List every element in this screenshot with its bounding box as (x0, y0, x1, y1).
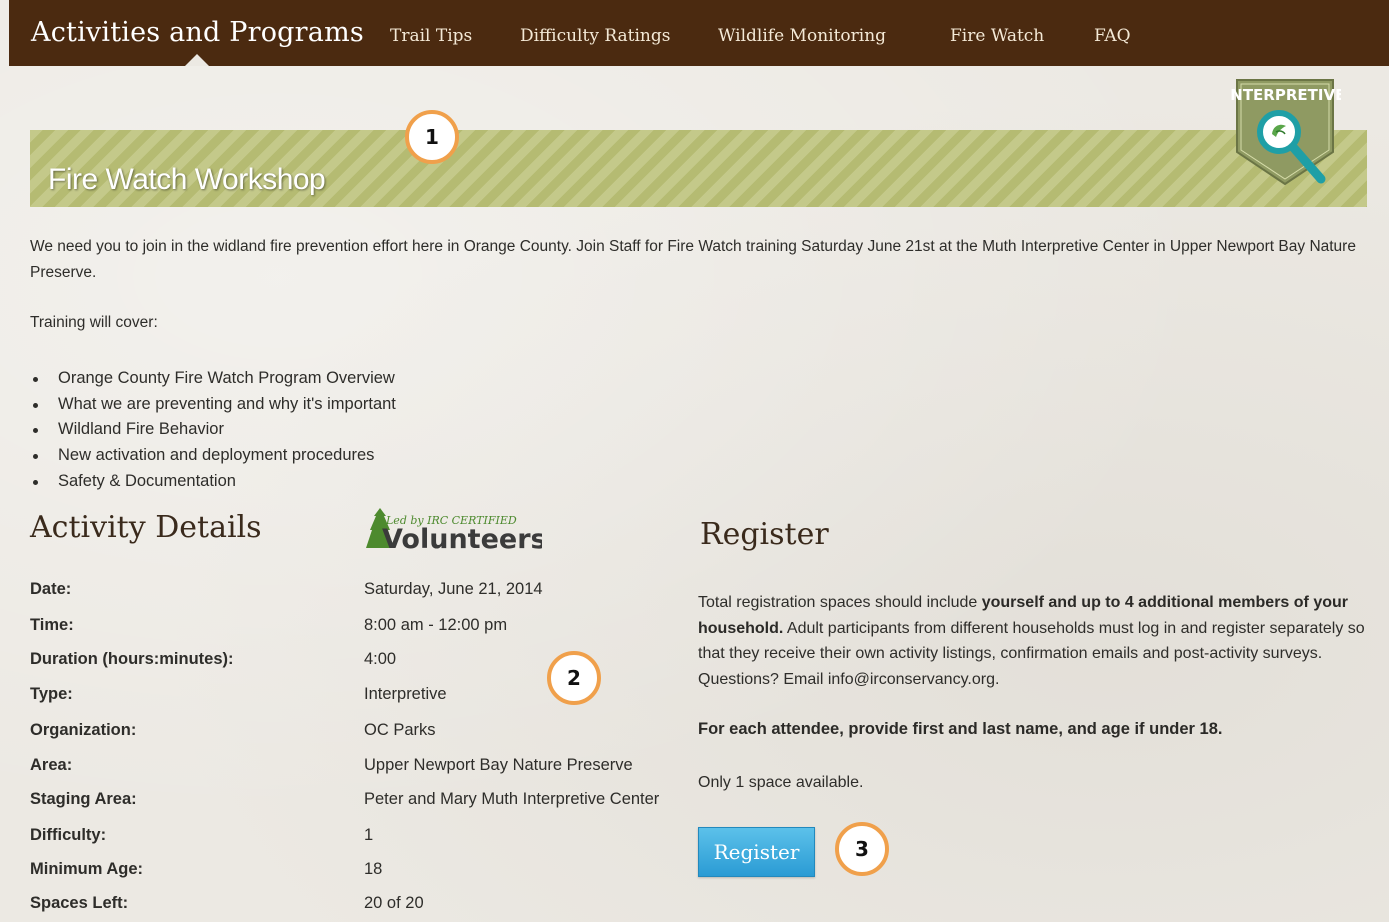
list-item: New activation and deployment procedures (30, 443, 396, 469)
logo-big-text: Volunteers (382, 524, 542, 554)
nav-title[interactable]: Activities and Programs (31, 17, 364, 48)
nav-link-fire-watch[interactable]: Fire Watch (950, 26, 1044, 46)
list-item: Orange County Fire Watch Program Overvie… (30, 366, 396, 392)
nav-link-faq[interactable]: FAQ (1094, 26, 1131, 46)
detail-label: Area: (30, 756, 73, 774)
register-text-post: Adult participants from different househ… (698, 619, 1365, 688)
detail-value: Saturday, June 21, 2014 (364, 580, 543, 598)
nav-link-difficulty-ratings[interactable]: Difficulty Ratings (520, 26, 670, 46)
table-row: Difficulty: 1 (30, 826, 710, 850)
register-button[interactable]: Register (698, 827, 815, 877)
detail-label: Spaces Left: (30, 894, 129, 912)
page-title: Fire Watch Workshop (48, 163, 326, 196)
table-row: Organization: OC Parks (30, 721, 710, 745)
training-list: Orange County Fire Watch Program Overvie… (30, 366, 396, 495)
table-row: Duration (hours:minutes): 4:00 (30, 650, 710, 674)
register-text-pre: Total registration spaces should include (698, 594, 982, 611)
table-row: Time: 8:00 am - 12:00 pm (30, 616, 710, 640)
register-description: Total registration spaces should include… (698, 590, 1368, 692)
register-heading: Register (700, 517, 829, 552)
table-row: Minimum Age: 18 (30, 860, 710, 884)
detail-label: Difficulty: (30, 826, 107, 844)
top-nav: Activities and Programs Trail Tips Diffi… (9, 0, 1389, 66)
callout-1: 1 (405, 110, 459, 164)
activity-details-heading: Activity Details (30, 510, 262, 545)
detail-label: Duration (hours:minutes): (30, 650, 234, 668)
training-label: Training will cover: (30, 314, 158, 331)
detail-value: 18 (364, 860, 383, 878)
detail-label: Minimum Age: (30, 860, 144, 878)
nav-link-trail-tips[interactable]: Trail Tips (390, 26, 472, 46)
availability-text: Only 1 space available. (698, 774, 864, 791)
detail-value: OC Parks (364, 721, 436, 739)
detail-label: Staging Area: (30, 790, 137, 808)
detail-value: 1 (364, 826, 374, 844)
title-banner: Fire Watch Workshop (30, 130, 1367, 207)
list-item: What we are preventing and why it's impo… (30, 392, 396, 418)
table-row: Area: Upper Newport Bay Nature Preserve (30, 756, 710, 780)
attendee-note: For each attendee, provide first and las… (698, 720, 1223, 738)
table-row: Type: Interpretive (30, 685, 710, 709)
list-item: Safety & Documentation (30, 469, 396, 495)
nav-active-indicator (185, 54, 209, 66)
table-row: Date: Saturday, June 21, 2014 (30, 580, 710, 604)
detail-label: Type: (30, 685, 73, 703)
table-row: Spaces Left: 20 of 20 (30, 894, 710, 918)
volunteers-logo: Led by IRC CERTIFIED Volunteers (366, 508, 542, 554)
list-item: Wildland Fire Behavior (30, 417, 396, 443)
detail-value: Upper Newport Bay Nature Preserve (364, 756, 633, 774)
detail-label: Time: (30, 616, 74, 634)
callout-3: 3 (835, 822, 889, 876)
detail-label: Organization: (30, 721, 137, 739)
nav-link-wildlife-monitoring[interactable]: Wildlife Monitoring (718, 26, 886, 46)
detail-value: 8:00 am - 12:00 pm (364, 616, 508, 634)
interpretive-badge-icon: INTERPRETIVE (1229, 79, 1341, 186)
detail-value: Interpretive (364, 685, 447, 703)
badge-label: INTERPRETIVE (1229, 86, 1341, 104)
detail-value: 4:00 (364, 650, 397, 668)
detail-value: 20 of 20 (364, 894, 424, 912)
detail-label: Date: (30, 580, 72, 598)
intro-paragraph: We need you to join in the widland fire … (30, 238, 1356, 281)
table-row: Staging Area: Peter and Mary Muth Interp… (30, 790, 710, 814)
detail-value: Peter and Mary Muth Interpretive Center (364, 790, 660, 808)
